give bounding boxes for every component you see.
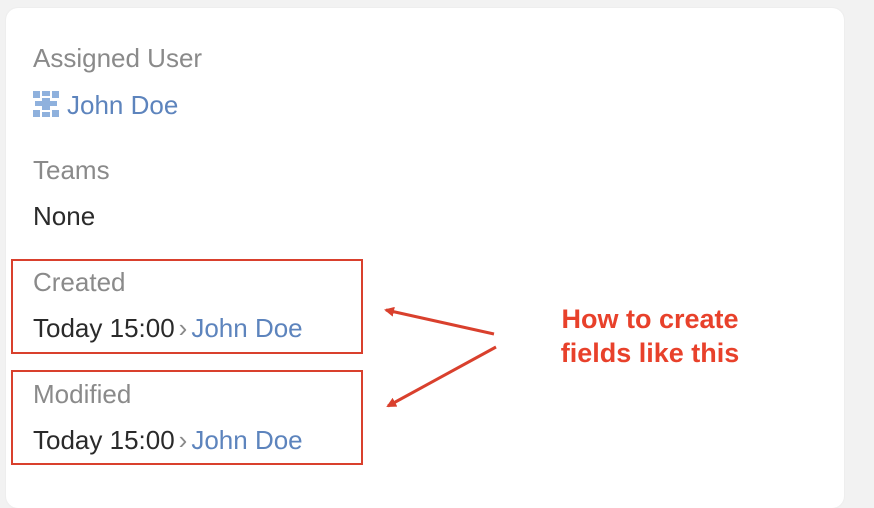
annotation-arrows <box>384 306 497 408</box>
annotation-line-1: How to create <box>561 304 739 334</box>
arrow-to-modified <box>386 345 497 408</box>
arrow-to-created <box>384 306 495 336</box>
annotation-text: How to create fields like this <box>520 302 780 370</box>
annotation-line-2: fields like this <box>560 338 740 368</box>
